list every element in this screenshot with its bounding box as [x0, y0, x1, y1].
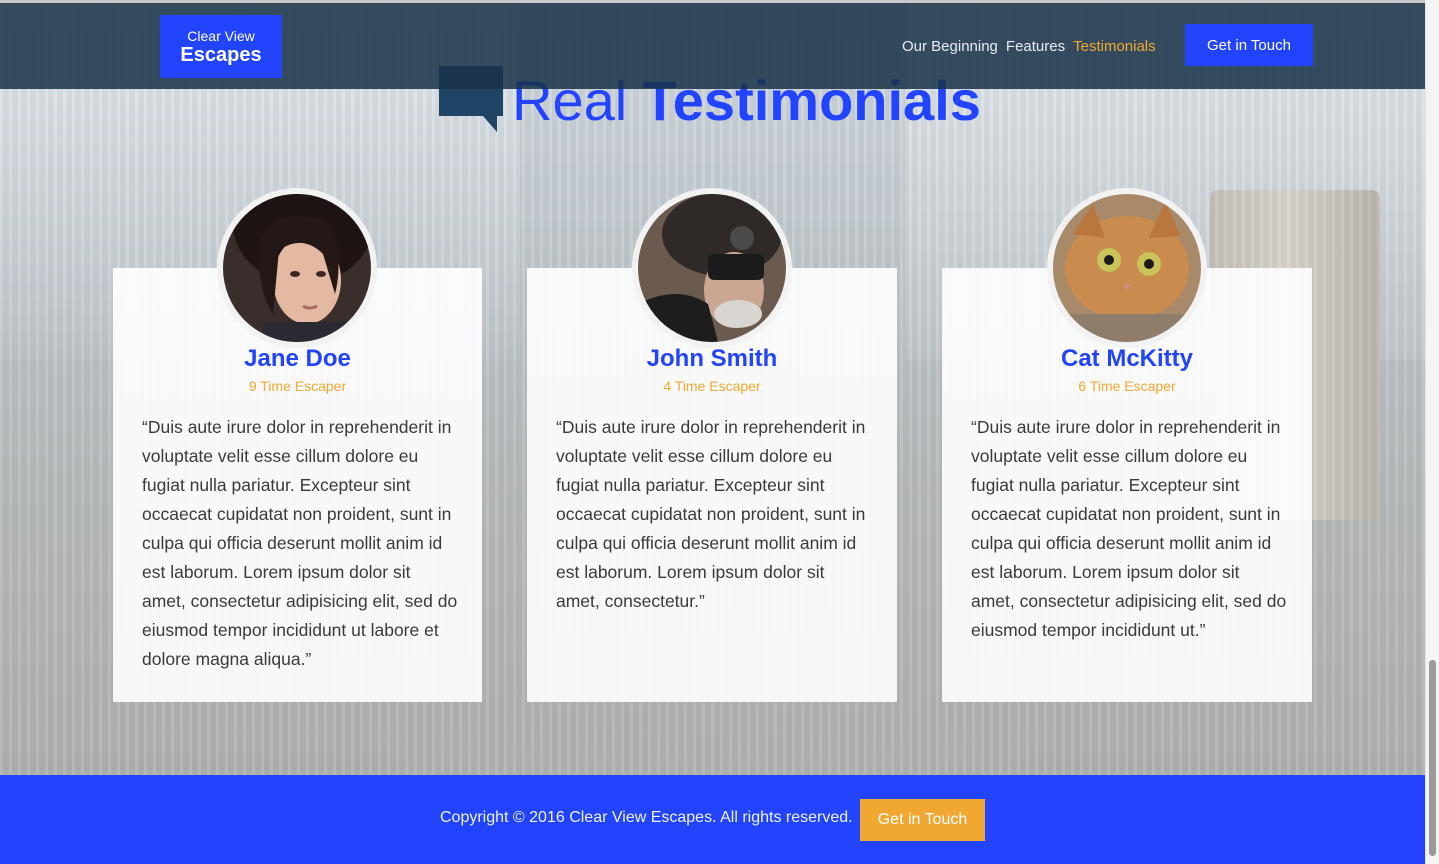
testimonial-quote-1: “Duis aute irure dolor in reprehenderit …: [142, 417, 458, 669]
page-scrollbar[interactable]: [1425, 0, 1439, 864]
testimonial-subtitle-1: 9 Time Escaper: [248, 378, 347, 394]
nav-item-features[interactable]: Features: [1006, 38, 1065, 55]
testimonial-name-2: John Smith: [646, 345, 778, 372]
brand-line-1: Clear View: [187, 27, 255, 44]
footer-get-in-touch-button[interactable]: Get in Touch: [860, 799, 985, 841]
testimonial-name-3: Cat McKitty: [1060, 345, 1193, 372]
page-footer: Copyright © 2016 Clear View Escapes. All…: [0, 775, 1425, 864]
scrollbar-thumb[interactable]: [1429, 660, 1436, 856]
nav-get-in-touch-button[interactable]: Get in Touch: [1185, 24, 1313, 66]
avatar-jane-doe: [217, 188, 377, 348]
man-vr-portrait-icon: [638, 194, 786, 342]
window-top-edge: [0, 0, 1425, 3]
testimonial-quote-2: “Duis aute irure dolor in reprehenderit …: [556, 417, 866, 611]
testimonial-subtitle-3: 6 Time Escaper: [1078, 378, 1176, 394]
avatar-john-smith: [632, 188, 792, 348]
avatar-cat-mckitty: [1047, 188, 1207, 348]
nav-item-our-beginning[interactable]: Our Beginning: [902, 38, 998, 55]
brand-line-2: Escapes: [180, 43, 262, 66]
cat-portrait-icon: [1053, 194, 1201, 342]
top-navbar: Clear View Escapes Our Beginning Feature…: [0, 3, 1425, 89]
nav-item-testimonials[interactable]: Testimonials: [1073, 38, 1156, 55]
testimonial-subtitle-2: 4 Time Escaper: [663, 378, 761, 394]
nav-links: Our Beginning Features Testimonials: [902, 36, 1156, 56]
testimonial-name-1: Jane Doe: [244, 345, 351, 372]
testimonial-quote-3: “Duis aute irure dolor in reprehenderit …: [971, 417, 1287, 640]
brand-logo[interactable]: Clear View Escapes: [160, 15, 282, 78]
woman-portrait-icon: [223, 194, 371, 342]
copyright-text: Copyright © 2016 Clear View Escapes. All…: [440, 809, 853, 826]
